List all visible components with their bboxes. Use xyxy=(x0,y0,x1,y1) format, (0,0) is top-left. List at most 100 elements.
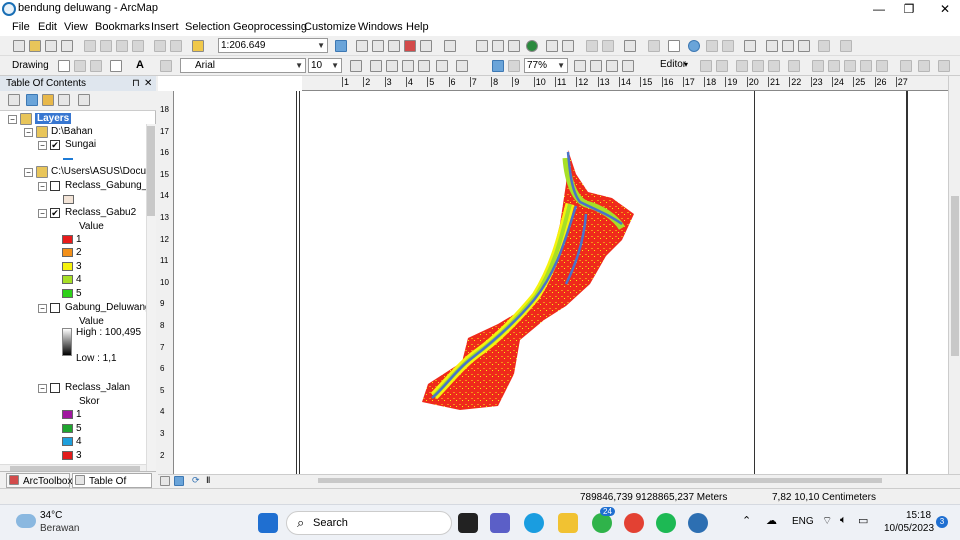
file-explorer-icon[interactable] xyxy=(558,513,578,533)
taskbar-search-box[interactable]: ⌕ Search xyxy=(286,511,452,535)
legend-swatch-2[interactable] xyxy=(62,248,73,257)
undo-icon[interactable] xyxy=(154,40,166,52)
open-folder-icon[interactable] xyxy=(29,40,41,52)
zoom-out-icon[interactable] xyxy=(492,40,504,52)
fixed-zoom-layout-icon[interactable] xyxy=(456,60,468,72)
print-icon[interactable] xyxy=(61,40,73,52)
group-c-users[interactable]: C:\Users\ASUS\Docum xyxy=(51,166,154,177)
pause-drawing-icon[interactable]: Ⅱ xyxy=(206,475,210,486)
create-viewer-window-icon[interactable] xyxy=(840,40,852,52)
zoom-whole-page-icon[interactable] xyxy=(370,60,382,72)
new-document-icon[interactable] xyxy=(13,40,25,52)
go-to-xy-icon[interactable] xyxy=(798,40,810,52)
menu-insert[interactable]: Insert xyxy=(151,21,179,33)
layer-reclass-gabu2[interactable]: Reclass_Gabu2 xyxy=(65,207,136,218)
html-popup-icon[interactable] xyxy=(722,40,734,52)
legend-swatch-jalan-1[interactable] xyxy=(62,410,73,419)
menu-help[interactable]: Help xyxy=(406,21,429,33)
input-language[interactable]: ENG xyxy=(792,516,814,527)
legend-swatch-jalan-5[interactable] xyxy=(62,424,73,433)
legend-swatch-jalan-4[interactable] xyxy=(62,437,73,446)
collapse-icon[interactable]: − xyxy=(24,168,33,177)
arctoolbox-icon[interactable] xyxy=(404,40,416,52)
minimize-button[interactable]: — xyxy=(864,0,894,18)
model-builder-icon[interactable] xyxy=(444,40,456,52)
legend-swatch-1[interactable] xyxy=(62,235,73,244)
text-tool-icon[interactable]: A xyxy=(136,59,144,71)
cut-icon[interactable] xyxy=(84,40,96,52)
hyperlink-icon[interactable] xyxy=(706,40,718,52)
redo-icon[interactable] xyxy=(170,40,182,52)
collapse-icon[interactable]: − xyxy=(38,304,47,313)
menu-geoprocessing[interactable]: Geoprocessing xyxy=(233,21,307,33)
layout-zoom-in-icon[interactable] xyxy=(386,60,398,72)
layout-vertical-scrollbar[interactable] xyxy=(948,76,960,474)
edit-tool-icon[interactable] xyxy=(700,60,712,72)
point-icon[interactable] xyxy=(788,60,800,72)
legend-swatch-4[interactable] xyxy=(62,275,73,284)
layout-forward-icon[interactable] xyxy=(508,60,520,72)
collapse-icon[interactable]: − xyxy=(38,182,47,191)
onedrive-cloud-icon[interactable]: ☁ xyxy=(766,514,777,527)
weather-temp[interactable]: 34°C xyxy=(40,510,62,521)
menu-windows[interactable]: Windows xyxy=(358,21,403,33)
layout-view[interactable]: 1 2 3 4 5 6 7 8 9 10 11 12 13 14 15 16 17 18 19 20 21 22 23 24 2… xyxy=(158,76,948,474)
split-icon[interactable] xyxy=(860,60,872,72)
edit-vertices-editor-icon[interactable] xyxy=(812,60,824,72)
trace-icon[interactable] xyxy=(768,60,780,72)
delete-icon[interactable] xyxy=(132,40,144,52)
close-button[interactable]: ✕ xyxy=(930,0,960,18)
copy-icon[interactable] xyxy=(100,40,112,52)
toggle-draft-mode-icon[interactable] xyxy=(574,60,586,72)
layout-view-icon[interactable] xyxy=(174,476,184,486)
toc-options-icon[interactable] xyxy=(78,94,90,106)
table-of-contents-icon[interactable] xyxy=(356,40,368,52)
zoom-in-icon[interactable] xyxy=(476,40,488,52)
reshape-icon[interactable] xyxy=(828,60,840,72)
list-by-drawing-order-icon[interactable] xyxy=(8,94,20,106)
layer-reclass-gabung[interactable]: Reclass_Gabung_P xyxy=(65,180,154,191)
editor-toolbar-icon[interactable] xyxy=(335,40,347,52)
python-window-icon[interactable] xyxy=(420,40,432,52)
find-route-icon[interactable] xyxy=(782,40,794,52)
menu-view[interactable]: View xyxy=(64,21,88,33)
paste-icon[interactable] xyxy=(116,40,128,52)
maximize-button[interactable]: ❐ xyxy=(894,0,924,18)
data-view-icon[interactable] xyxy=(160,476,170,486)
collapse-icon[interactable]: − xyxy=(24,128,33,137)
create-features-icon[interactable] xyxy=(938,60,950,72)
layer-sungai[interactable]: Sungai xyxy=(65,139,96,150)
battery-icon[interactable]: ▭ xyxy=(858,514,868,527)
pin-icon[interactable]: ⊓ xyxy=(132,76,140,91)
search-window-icon[interactable] xyxy=(388,40,400,52)
menu-customize[interactable]: Customize xyxy=(304,21,356,33)
edit-annotation-icon[interactable] xyxy=(716,60,728,72)
teams-icon[interactable] xyxy=(490,513,510,533)
measure-icon[interactable] xyxy=(744,40,756,52)
list-by-visibility-icon[interactable] xyxy=(42,94,54,106)
attributes-icon[interactable] xyxy=(900,60,912,72)
sketch-properties-icon[interactable] xyxy=(918,60,930,72)
drawing-menu[interactable]: Drawing xyxy=(12,60,49,71)
catalog-icon[interactable] xyxy=(372,40,384,52)
layout-zoom-out-icon[interactable] xyxy=(402,60,414,72)
identify-icon[interactable] xyxy=(688,40,700,52)
collapse-icon[interactable]: − xyxy=(38,209,47,218)
chevron-down-icon[interactable]: ▼ xyxy=(557,59,565,72)
edge-icon[interactable] xyxy=(524,513,544,533)
select-elements-icon[interactable] xyxy=(58,60,70,72)
editor-menu[interactable]: Editor xyxy=(660,59,686,70)
list-by-selection-icon[interactable] xyxy=(58,94,70,106)
menu-file[interactable]: File xyxy=(12,21,30,33)
vscroll-thumb[interactable] xyxy=(951,196,959,356)
time-slider-icon[interactable] xyxy=(818,40,830,52)
font-size-combo[interactable]: 10 ▼ xyxy=(308,58,342,73)
forward-arrow-icon[interactable] xyxy=(602,40,614,52)
menu-edit[interactable]: Edit xyxy=(38,21,57,33)
focus-data-frame-icon[interactable] xyxy=(590,60,602,72)
cut-polygons-icon[interactable] xyxy=(844,60,856,72)
save-icon[interactable] xyxy=(45,40,57,52)
legend-swatch-3[interactable] xyxy=(62,262,73,271)
chevron-down-icon[interactable]: ▼ xyxy=(295,59,303,72)
clock-date[interactable]: 10/05/2023 xyxy=(884,523,934,534)
